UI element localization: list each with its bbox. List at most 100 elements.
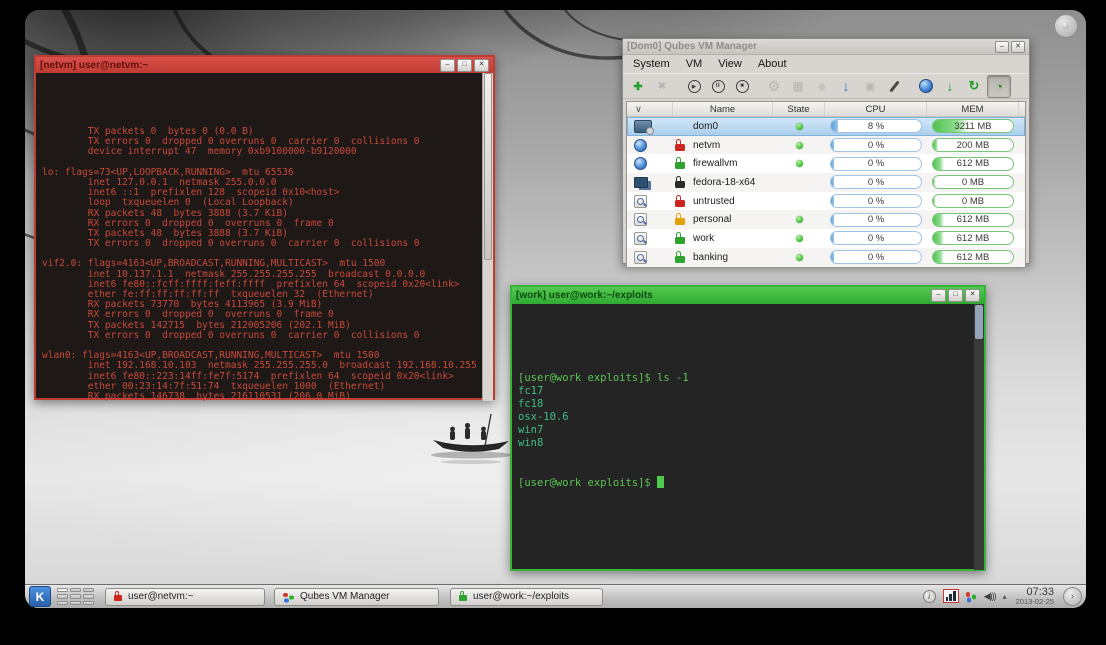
tray-expand-icon[interactable] [1003,592,1007,601]
column-header-state[interactable]: State [773,102,825,116]
app-launcher-icon[interactable]: K [29,586,51,607]
panel-hide-icon[interactable] [1063,587,1082,606]
vm-name: banking [693,252,728,263]
menu-item[interactable]: System [633,58,670,70]
boat-silhouette [431,414,511,464]
edit-appmenus-icon[interactable] [787,76,809,97]
increase-memory-icon[interactable] [835,76,857,97]
terminal-line: osx-10.6 [518,411,968,424]
vm-settings-icon[interactable] [763,76,785,97]
mem-value: 0 MB [933,195,1013,207]
network-signal-icon[interactable] [943,589,959,603]
vm-row[interactable]: firewallvm 0 % 612 MB [627,154,1025,173]
terminal-line: device interrupt 47 memory 0xb9100000-b9… [42,147,477,157]
create-vm-icon[interactable] [627,76,649,97]
close-icon[interactable]: ✕ [1011,41,1025,53]
netvm-terminal-output[interactable]: TX packets 0 bytes 0 (0.0 B) TX errors 0… [36,73,493,401]
terminal-line: TX errors 0 dropped 0 overruns 0 carrier… [42,331,477,341]
cpu-bar: 0 % [830,250,922,264]
vm-manager-titlebar[interactable]: [Dom0] Qubes VM Manager – ✕ [623,39,1029,55]
task-label: Qubes VM Manager [300,591,390,602]
cpu-bar: 8 % [830,119,922,133]
workspace-cell[interactable] [83,601,94,606]
maximize-icon[interactable]: □ [457,59,472,72]
vm-name: netvm [693,140,720,151]
start-vm-icon[interactable] [683,76,705,97]
open-console-icon[interactable] [859,76,881,97]
workspace-cell[interactable] [83,594,94,599]
taskbar-item-netvm-terminal[interactable]: user@netvm:~ [105,588,265,606]
cpu-value: 0 % [831,251,921,263]
vm-row[interactable]: personal 0 % 612 MB [627,210,1025,229]
scrollbar[interactable] [482,73,493,401]
vm-row[interactable]: work 0 % 612 MB [627,229,1025,248]
menu-item[interactable]: About [758,58,787,70]
minimize-icon[interactable]: – [995,41,1009,53]
pause-vm-icon[interactable] [707,76,729,97]
vm-type-icon [634,195,647,208]
remove-vm-icon[interactable] [651,76,673,97]
netvm-titlebar[interactable]: [netvm] user@netvm:~ – □ ✕ [36,57,493,73]
run-command-icon[interactable] [883,76,905,97]
vm-manager-window: [Dom0] Qubes VM Manager – ✕ System VM View… [622,38,1030,264]
terminal-line: inet 192.168.10.103 netmask 255.255.255.… [42,361,477,371]
mem-bar: 200 MB [932,138,1014,152]
work-titlebar[interactable]: [work] user@work:~/exploits – □ ✕ [512,287,984,304]
vm-lock-icon [675,162,685,169]
menu-item[interactable]: View [718,58,742,70]
scrollbar-thumb[interactable] [484,73,492,260]
maximize-icon[interactable]: □ [948,289,963,302]
column-header-cpu[interactable]: CPU [825,102,927,116]
global-settings-icon[interactable] [915,76,937,97]
column-header-mem[interactable]: MEM [927,102,1019,116]
info-icon[interactable]: i [923,590,936,603]
work-terminal-output[interactable]: [user@work exploits]$ ls -1fc17fc18osx-1… [512,304,984,570]
mem-bar: 612 MB [932,250,1014,264]
mem-value: 0 MB [933,176,1013,188]
minimize-icon[interactable]: – [440,59,455,72]
workspace-cell[interactable] [70,594,81,599]
clone-vm-icon[interactable] [811,76,833,97]
text-cursor [657,476,664,488]
scrollbar-thumb[interactable] [975,305,983,339]
column-header-name[interactable]: Name [673,102,773,116]
vm-row[interactable]: banking 0 % 612 MB [627,248,1025,267]
sort-indicator-icon[interactable]: ∨ [627,102,673,116]
workspace-cell[interactable] [57,601,68,606]
volume-icon[interactable] [984,591,996,602]
cpu-value: 0 % [831,139,921,151]
mem-bar: 612 MB [932,231,1014,245]
workspace-pager[interactable] [57,588,94,606]
toggle-graphs-icon[interactable] [987,75,1011,98]
workspace-cell[interactable] [57,588,68,593]
workspace-cell[interactable] [83,588,94,593]
terminal-line: RX packets 146738 bytes 216110531 (206.0… [42,392,477,401]
vm-row[interactable]: dom0 8 % 3211 MB [627,117,1025,136]
plasma-toolbox-icon[interactable] [1054,14,1078,38]
vm-row[interactable]: untrusted 0 % 0 MB [627,192,1025,211]
mem-bar: 0 MB [932,194,1014,208]
scrollbar[interactable] [974,304,984,570]
shutdown-vm-icon[interactable] [731,76,753,97]
refresh-list-icon[interactable] [963,76,985,97]
update-vm-icon[interactable] [939,76,961,97]
vm-lock-icon [675,237,685,244]
qubes-tray-icon[interactable] [966,591,977,601]
vm-row[interactable]: fedora-18-x64 0 % 0 MB [627,173,1025,192]
taskbar-item-work-terminal[interactable]: user@work:~/exploits [450,588,603,606]
workspace-cell[interactable] [70,588,81,593]
minimize-icon[interactable]: – [931,289,946,302]
vm-running-icon [796,160,803,167]
workspace-cell[interactable] [70,601,81,606]
vm-running-icon [796,123,803,130]
clock[interactable]: 07:33 2013-02-25 [1016,587,1054,606]
taskbar-item-vm-manager[interactable]: Qubes VM Manager [274,588,439,606]
menu-item[interactable]: VM [686,58,703,70]
vm-type-icon [634,251,647,264]
workspace-cell[interactable] [57,594,68,599]
vm-row[interactable]: netvm 0 % 200 MB [627,136,1025,155]
close-icon[interactable]: ✕ [474,59,489,72]
close-icon[interactable]: ✕ [965,289,980,302]
vm-table-header: ∨ Name State CPU MEM [627,102,1025,117]
work-window-title: [work] user@work:~/exploits [516,290,653,301]
